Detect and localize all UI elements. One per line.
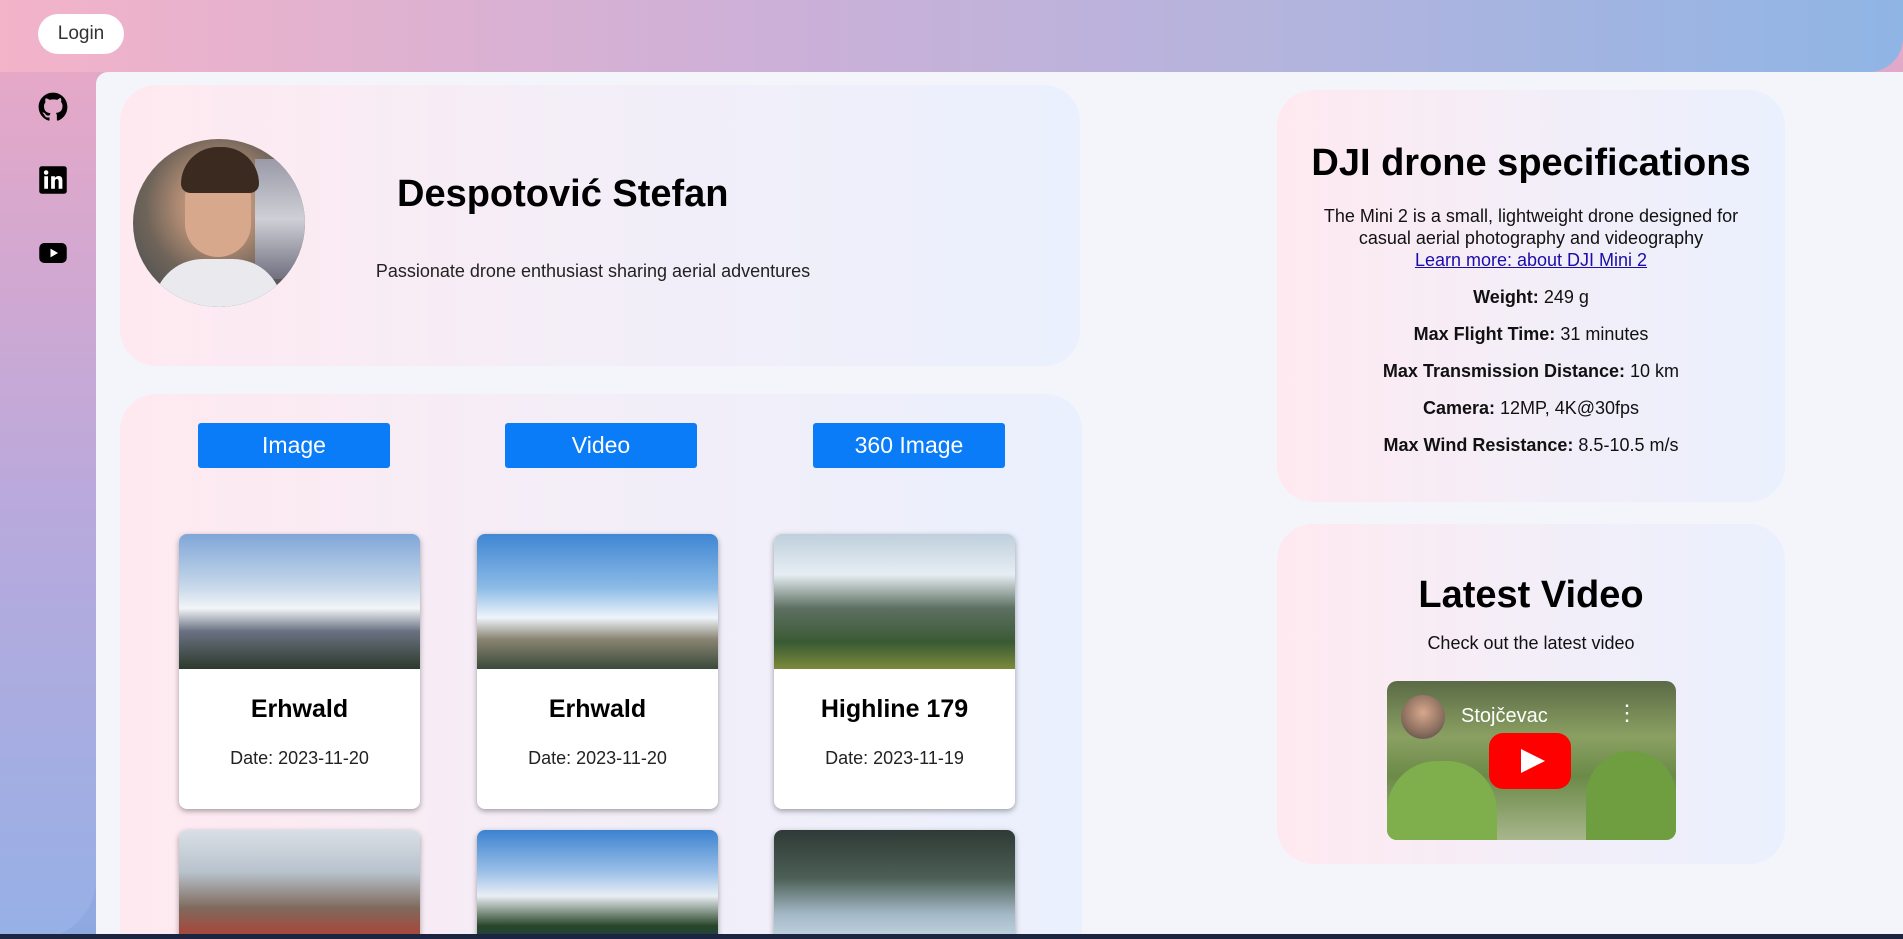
youtube-embed[interactable]: Stojčevac ⋮	[1387, 681, 1676, 840]
gallery-item-title: Highline 179	[820, 695, 969, 723]
top-bar	[0, 0, 1903, 72]
tab-video[interactable]: Video	[505, 423, 697, 468]
spec-row: Weight: 249 g	[1277, 287, 1785, 308]
gallery-item-title: Erhwald	[250, 695, 349, 723]
bottom-strip	[0, 934, 1903, 939]
spec-value: 249 g	[1543, 287, 1589, 307]
spec-value: 8.5-10.5 m/s	[1578, 435, 1679, 455]
specs-card: DJI drone specifications The Mini 2 is a…	[1277, 90, 1785, 502]
spec-label: Weight:	[1473, 287, 1539, 307]
latest-video-card: Latest Video Check out the latest video …	[1277, 524, 1785, 864]
spec-row: Camera: 12MP, 4K@30fps	[1277, 398, 1785, 419]
profile-name: Despotović Stefan	[397, 173, 729, 215]
login-button[interactable]: Login	[38, 14, 124, 54]
spec-row: Max Wind Resistance: 8.5-10.5 m/s	[1277, 435, 1785, 456]
gallery-item[interactable]	[477, 830, 718, 939]
gallery-item[interactable]: Erhwald Date: 2023-11-20	[179, 534, 420, 809]
spec-row: Max Transmission Distance: 10 km	[1277, 361, 1785, 382]
profile-bio: Passionate drone enthusiast sharing aeri…	[375, 261, 811, 281]
spec-value: 31 minutes	[1560, 324, 1649, 344]
channel-avatar[interactable]	[1401, 695, 1445, 739]
gallery-card: Image Video 360 Image Erhwald Date: 2023…	[120, 394, 1082, 939]
spec-label: Max Wind Resistance:	[1383, 435, 1574, 455]
gallery-item-date: Date: 2023-11-20	[230, 748, 369, 768]
tab-image[interactable]: Image	[198, 423, 390, 468]
specs-description: The Mini 2 is a small, lightweight drone…	[1301, 205, 1761, 271]
gallery-thumbnail	[179, 534, 420, 669]
github-icon[interactable]	[38, 92, 68, 122]
gallery-item[interactable]: Erhwald Date: 2023-11-20	[477, 534, 718, 809]
gallery-thumbnail	[179, 830, 420, 939]
spec-value: 12MP, 4K@30fps	[1500, 398, 1640, 418]
gallery-thumbnail	[774, 534, 1015, 669]
spec-label: Max Transmission Distance:	[1382, 361, 1626, 381]
spec-label: Max Flight Time:	[1413, 324, 1556, 344]
gallery-item[interactable]	[179, 830, 420, 939]
spec-value: 10 km	[1630, 361, 1680, 381]
learn-more-link[interactable]: Learn more: about DJI Mini 2	[1301, 249, 1761, 271]
linkedin-icon[interactable]	[38, 165, 68, 195]
gallery-thumbnail	[477, 830, 718, 939]
latest-video-title: Latest Video	[1418, 574, 1644, 616]
more-options-icon[interactable]: ⋮	[1616, 702, 1638, 724]
profile-card: Despotović Stefan Passionate drone enthu…	[120, 85, 1080, 366]
youtube-icon[interactable]	[38, 238, 68, 268]
gallery-thumbnail	[774, 830, 1015, 939]
gallery-item-date: Date: 2023-11-20	[528, 748, 667, 768]
spec-label: Camera:	[1422, 398, 1495, 418]
latest-video-subtitle: Check out the latest video	[1427, 633, 1635, 653]
spec-row: Max Flight Time: 31 minutes	[1277, 324, 1785, 345]
gallery-item[interactable]	[774, 830, 1015, 939]
gallery-item-title: Erhwald	[548, 695, 647, 723]
channel-name[interactable]: Stojčevac	[1461, 705, 1548, 728]
sidebar	[0, 72, 96, 939]
tab-360-image[interactable]: 360 Image	[813, 423, 1005, 468]
gallery-item[interactable]: Highline 179 Date: 2023-11-19	[774, 534, 1015, 809]
avatar	[133, 139, 305, 307]
play-button-icon[interactable]	[1489, 733, 1571, 789]
specs-title: DJI drone specifications	[1311, 142, 1751, 184]
gallery-thumbnail	[477, 534, 718, 669]
specs-description-text: The Mini 2 is a small, lightweight drone…	[1323, 206, 1739, 248]
gallery-item-date: Date: 2023-11-19	[825, 748, 964, 768]
